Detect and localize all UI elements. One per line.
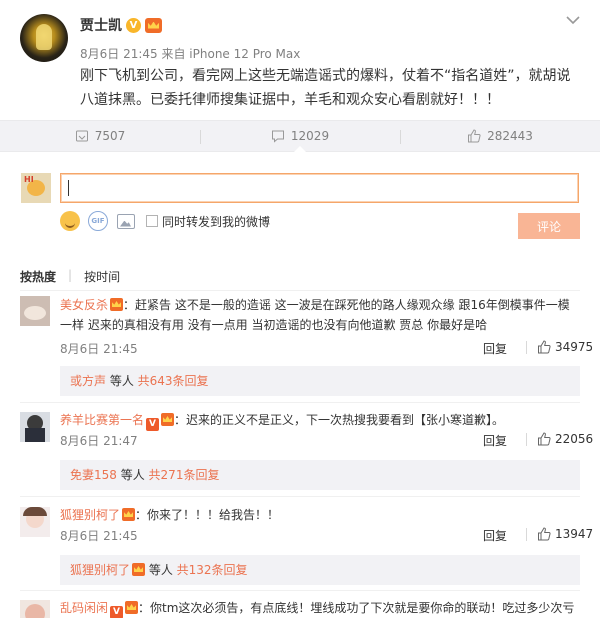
sub-reply-mid: 等人 — [116, 468, 149, 482]
repost-button[interactable]: 7507 — [0, 121, 200, 151]
verified-v-icon: V — [126, 17, 141, 33]
post-text: 刚下飞机到公司，看完网上这些无端造谣式的爆料，仗着不“指名道姓”，就胡说八道抹黑… — [80, 68, 571, 108]
comment-time: 8月6日 21:47 — [60, 434, 138, 448]
comment-input[interactable] — [60, 173, 579, 203]
commenter-name[interactable]: 养羊比赛第一名 — [60, 413, 144, 427]
comment-like-count: 22056 — [555, 432, 594, 446]
chevron-down-icon[interactable] — [566, 15, 580, 25]
image-icon[interactable] — [117, 213, 135, 229]
sub-reply-mid: 等人 — [106, 374, 138, 388]
comment-text: ：赶紧告 这不是一般的造谣 这一波是在踩死他的路人缘观众缘 跟16年倒模事件一模… — [60, 298, 570, 332]
image-button-wrap — [116, 211, 136, 231]
comment-body: 养羊比赛第一名 V ：迟来的正义不是正义，下一次热搜我要看到【张小寒道歉】。 — [60, 410, 580, 431]
comment-like-button[interactable]: 22056 — [526, 432, 593, 446]
like-icon — [538, 340, 551, 354]
divider — [526, 432, 527, 446]
vip-crown-icon — [110, 298, 124, 311]
reply-button[interactable]: 回复 — [483, 527, 507, 544]
submit-comment-button[interactable]: 评论 — [518, 213, 580, 239]
like-icon — [538, 527, 551, 541]
divider — [20, 590, 580, 591]
comment-count: 12029 — [290, 129, 330, 143]
verified-v-icon: V — [110, 606, 124, 618]
comment-like-button[interactable]: 13947 — [526, 527, 593, 541]
comment-time: 8月6日 21:45 — [60, 529, 138, 543]
like-count: 282443 — [487, 129, 533, 143]
like-icon — [468, 129, 481, 143]
sub-reply-mid: 等人 — [145, 563, 177, 577]
repost-icon — [75, 130, 88, 142]
divider — [20, 496, 580, 497]
commenter-name[interactable]: 美女反杀 — [60, 298, 108, 312]
vip-crown-icon — [161, 413, 175, 426]
sort-bar: 按热度 | 按时间 — [20, 268, 120, 285]
comment-like-button[interactable]: 34975 — [526, 340, 593, 354]
divider — [20, 290, 580, 291]
comment-body: 美女反杀 ：赶紧告 这不是一般的造谣 这一波是在踩死他的路人缘观众缘 跟16年倒模… — [60, 295, 580, 335]
forward-checkbox[interactable] — [146, 215, 158, 227]
commenter-avatar[interactable] — [20, 296, 50, 326]
comment-button[interactable]: 12029 — [200, 121, 400, 152]
comment-like-count: 34975 — [555, 340, 594, 354]
verified-v-icon: V — [146, 418, 160, 431]
sort-by-time[interactable]: 按时间 — [84, 268, 120, 285]
comment-time: 8月6日 21:45 — [60, 342, 138, 356]
current-user-avatar — [21, 173, 51, 203]
sub-reply-count[interactable]: 共271条回复 — [149, 468, 220, 482]
comment-text: ：迟来的正义不是正义，下一次热搜我要看到【张小寒道歉】。 — [174, 413, 505, 427]
sort-separator: | — [68, 268, 73, 282]
repost-count: 7507 — [94, 129, 126, 143]
forward-label: 同时转发到我的微博 — [162, 214, 271, 229]
sub-reply-name[interactable]: 狐狸别柯了 — [70, 563, 130, 577]
commenter-avatar[interactable] — [20, 507, 50, 537]
post-meta: 8月6日 21:45 来自 iPhone 12 Pro Max — [80, 47, 301, 61]
comment-like-count: 13947 — [555, 527, 594, 541]
author-name[interactable]: 贾士凯 — [80, 15, 122, 35]
sub-replies-box[interactable]: 狐狸别柯了 等人 共132条回复 — [60, 555, 580, 585]
composer-tools: GIF 同时转发到我的微博 — [60, 211, 270, 231]
divider — [526, 340, 527, 354]
author-line: 贾士凯 V — [80, 15, 162, 35]
commenter-name[interactable]: 乱码闲闲 — [60, 601, 108, 615]
sub-reply-name[interactable]: 免妻158 — [70, 468, 117, 482]
comment-icon — [271, 130, 284, 143]
sub-replies-box[interactable]: 或方声 等人 共643条回复 — [60, 366, 580, 396]
like-icon — [538, 432, 551, 446]
like-button[interactable]: 282443 — [400, 121, 600, 151]
vip-crown-icon — [145, 17, 162, 33]
post-action-bar: 7507 12029 282443 — [0, 120, 600, 152]
author-avatar[interactable] — [20, 14, 68, 62]
comment-body: 狐狸别柯了 ：你来了！！！给我告！！ — [60, 505, 580, 525]
sub-replies-box[interactable]: 免妻158 等人 共271条回复 — [60, 460, 580, 490]
commenter-avatar[interactable] — [20, 412, 50, 442]
emoji-icon[interactable] — [60, 211, 80, 231]
vip-crown-icon — [122, 508, 136, 521]
reply-button[interactable]: 回复 — [483, 340, 507, 357]
comment-text: ：你来了！！！给我告！！ — [135, 508, 280, 522]
sub-reply-count[interactable]: 共132条回复 — [177, 563, 248, 577]
vip-crown-icon — [132, 563, 146, 576]
gif-icon[interactable]: GIF — [88, 211, 108, 231]
vip-crown-icon — [125, 601, 139, 614]
weibo-post: 贾士凯 V 8月6日 21:45 来自 iPhone 12 Pro Max 刚下… — [0, 0, 600, 118]
divider — [526, 527, 527, 541]
sub-reply-name[interactable]: 或方声 — [70, 374, 106, 388]
commenter-name[interactable]: 狐狸别柯了 — [60, 508, 120, 522]
reply-button[interactable]: 回复 — [483, 432, 507, 449]
comment-text: ：你tm这次必须告，有点底线！埋线成功了下次就是要你命的联动！吃过多少次亏 — [138, 601, 575, 615]
divider — [20, 402, 580, 403]
comment-body: 乱码闲闲 V ：你tm这次必须告，有点底线！埋线成功了下次就是要你命的联动！吃过多少… — [60, 598, 580, 618]
sort-by-hot[interactable]: 按热度 — [20, 268, 56, 285]
commenter-avatar[interactable] — [20, 600, 50, 618]
comment-composer: GIF 同时转发到我的微博 评论 — [0, 153, 600, 253]
sub-reply-count[interactable]: 共643条回复 — [138, 374, 209, 388]
text-caret — [68, 180, 69, 196]
